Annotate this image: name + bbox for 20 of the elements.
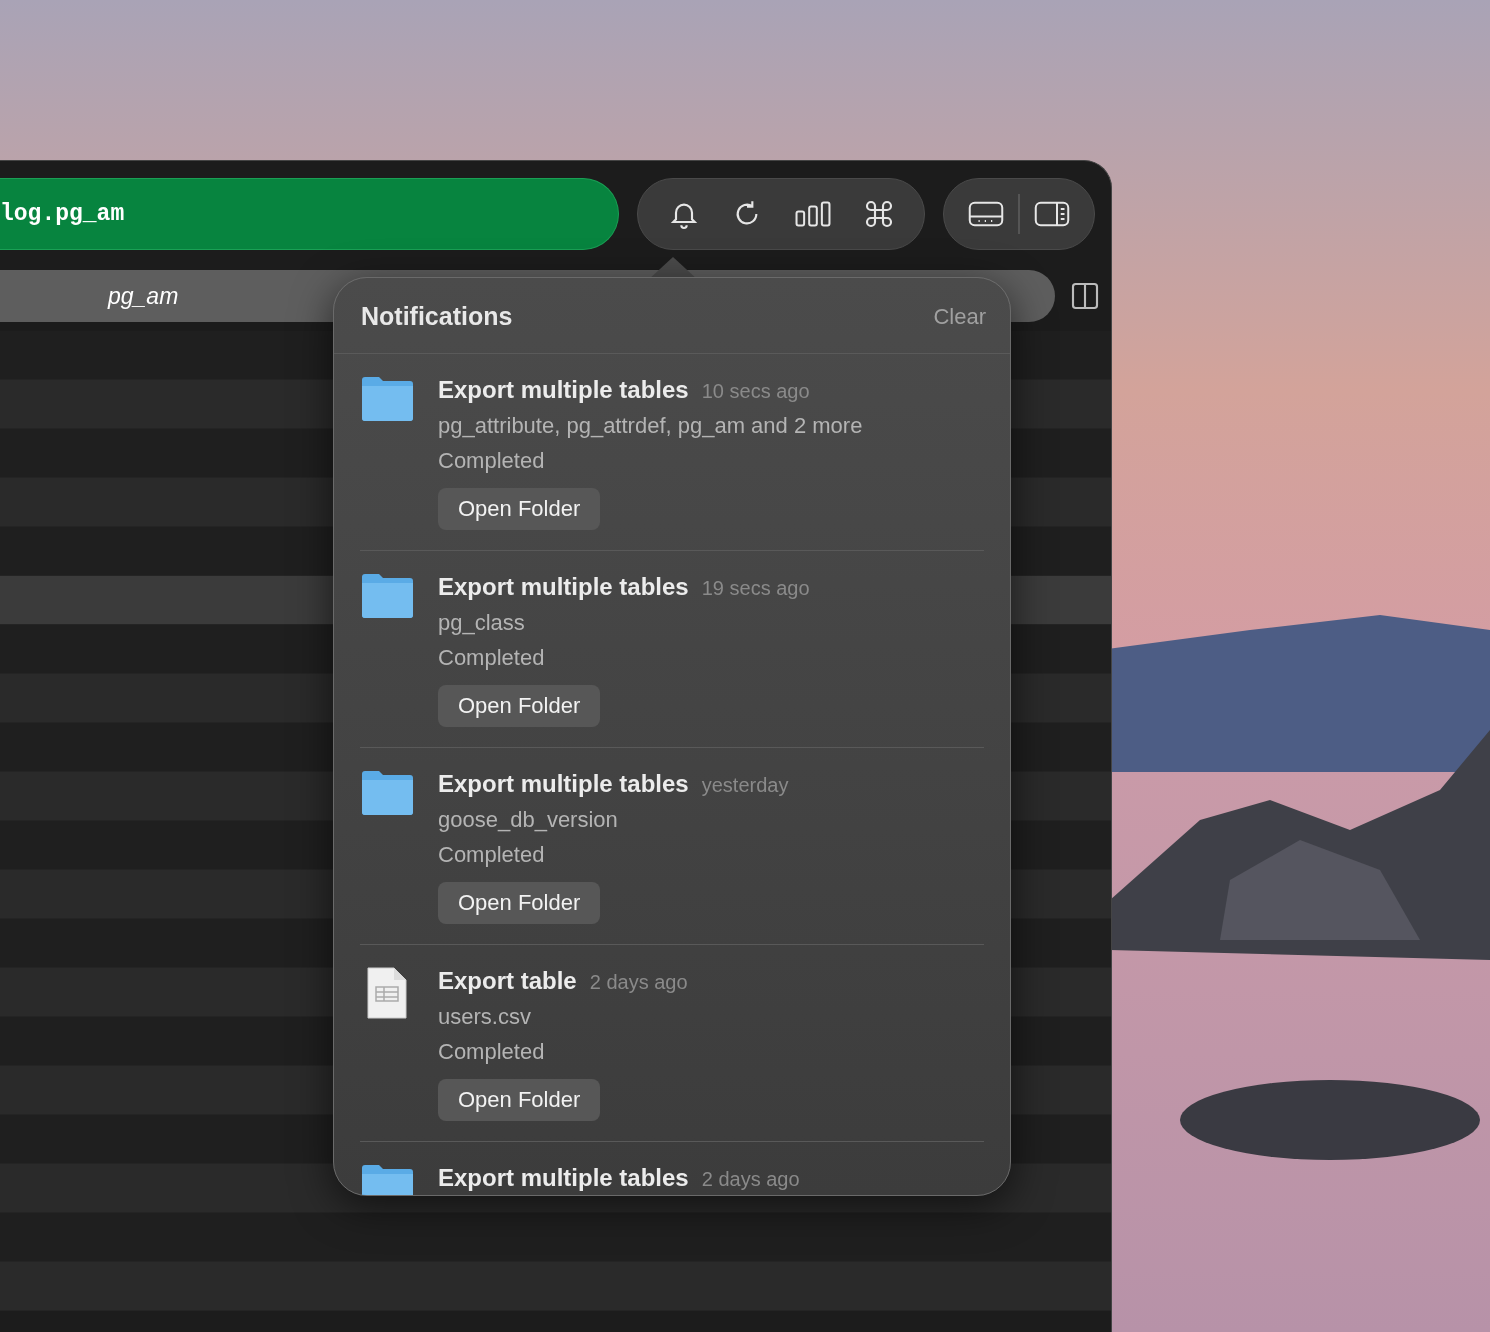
notification-status: Completed	[438, 448, 545, 474]
notification-time: yesterday	[701, 774, 789, 797]
notification-time: 10 secs ago	[701, 380, 810, 403]
notification-detail: pg_attribute, pg_attrdef, pg_am and 2 more	[438, 413, 863, 439]
popover-title: Notifications	[361, 302, 513, 331]
notification-time: 2 days ago	[589, 971, 688, 994]
notification-detail: goose_db_version	[438, 807, 618, 833]
notification-status: Completed	[438, 1039, 545, 1065]
notification-time: 2 days ago	[701, 1168, 800, 1191]
notification-status: Completed	[438, 842, 545, 868]
notification-title: Export multiple tables	[438, 573, 689, 601]
notification-detail: pg_class	[438, 610, 525, 636]
notification-title: Export table	[438, 967, 577, 995]
notification-title: Export multiple tables	[438, 376, 689, 404]
notification-status: Completed	[438, 645, 545, 671]
tab-label: pg_am	[108, 282, 179, 310]
notification-title: Export multiple tables	[438, 770, 689, 798]
notification-title: Export multiple tables	[438, 1164, 689, 1192]
notification-time: 19 secs ago	[701, 577, 810, 600]
notification-detail: users.csv	[438, 1004, 531, 1030]
